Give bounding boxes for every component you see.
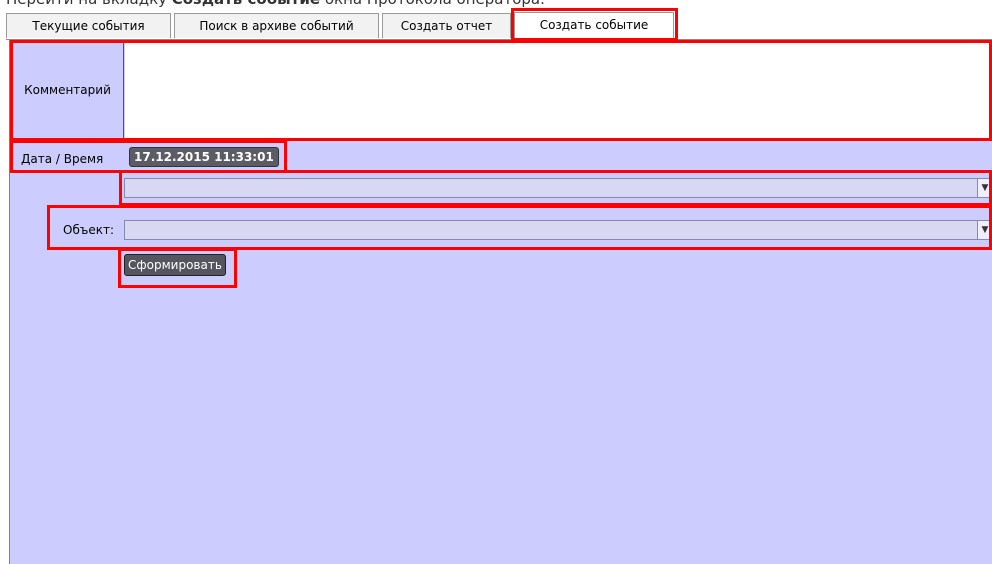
instruction-caption: Перейти на вкладку Создать событие окна … bbox=[6, 0, 545, 8]
caption-suffix: окна Протокола оператора. bbox=[320, 0, 545, 8]
tab-archive-search[interactable]: Поиск в архиве событий bbox=[174, 13, 379, 38]
tab-create-report[interactable]: Создать отчет bbox=[382, 13, 511, 38]
comment-textarea[interactable] bbox=[125, 42, 991, 138]
datetime-label: Дата / Время bbox=[21, 152, 104, 166]
chevron-down-icon[interactable]: ▼ bbox=[977, 179, 992, 197]
object-label: Объект: bbox=[63, 223, 114, 237]
event-type-select[interactable]: ▼ bbox=[124, 178, 992, 198]
create-event-panel: Комментарий Дата / Время 17.12.2015 11:3… bbox=[9, 40, 992, 564]
tab-create-event[interactable]: Создать событие bbox=[514, 12, 674, 40]
comment-label: Комментарий bbox=[12, 42, 124, 138]
object-select[interactable]: ▼ bbox=[124, 220, 992, 240]
chevron-down-icon[interactable]: ▼ bbox=[977, 221, 992, 239]
tab-label: Поиск в архиве событий bbox=[199, 19, 354, 33]
caption-prefix: Перейти на вкладку bbox=[6, 0, 172, 8]
submit-button[interactable]: Сформировать bbox=[124, 254, 226, 276]
datetime-field[interactable]: 17.12.2015 11:33:01 bbox=[129, 147, 279, 167]
tab-label: Создать событие bbox=[539, 18, 649, 32]
tab-label: Создать отчет bbox=[400, 19, 493, 33]
tab-label: Текущие события bbox=[32, 19, 145, 33]
caption-bold: Создать событие bbox=[172, 0, 320, 8]
tab-current-events[interactable]: Текущие события bbox=[6, 13, 171, 38]
tab-bar: Текущие события Поиск в архиве событий С… bbox=[6, 12, 992, 40]
